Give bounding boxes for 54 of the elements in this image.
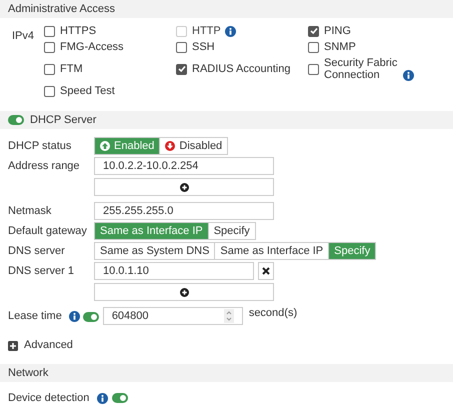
close-icon (262, 267, 270, 275)
input-field[interactable]: 255.255.255.0 (94, 202, 274, 220)
checkbox[interactable] (308, 64, 319, 74)
checkbox-label: Security Fabric Connection (324, 57, 398, 81)
info-icon[interactable] (97, 392, 108, 404)
unit-label: second(s) (248, 307, 298, 320)
checkbox[interactable] (44, 26, 55, 36)
input-field[interactable]: 10.0.2.2-10.0.2.254 (94, 157, 274, 175)
segment-button[interactable]: Specify (328, 243, 376, 259)
field-label: Address range (8, 160, 80, 173)
arrow-up-icon (100, 141, 110, 151)
field-label: Device detection (8, 391, 90, 406)
plus-icon (180, 288, 188, 296)
checkbox-label: SSH (192, 41, 215, 53)
checkbox-label: HTTPS (60, 25, 96, 37)
checkbox-label: PING (324, 25, 351, 37)
checkbox[interactable] (176, 64, 187, 74)
segment-button[interactable]: Enabled (95, 138, 160, 154)
checkbox-label: FTM (60, 63, 83, 75)
advanced-toggle[interactable]: Advanced (8, 339, 73, 352)
toggle-switch[interactable] (8, 115, 24, 125)
section-title: Network (8, 366, 48, 381)
section-title: DHCP Server (30, 112, 96, 128)
spinner-icon[interactable] (224, 309, 234, 323)
checkbox[interactable] (308, 42, 319, 52)
field-label: DNS server 1 (8, 265, 74, 278)
checkbox-label: RADIUS Accounting (192, 63, 290, 75)
field-label: DHCP status (8, 140, 72, 153)
toggle-switch[interactable] (82, 312, 99, 322)
info-icon[interactable] (403, 70, 414, 81)
checkbox[interactable] (308, 26, 319, 36)
checkbox-label: SNMP (324, 41, 356, 53)
checkbox[interactable] (44, 42, 55, 52)
arrow-down-icon (165, 141, 176, 151)
checkbox-label: HTTP (192, 25, 221, 37)
remove-button[interactable] (258, 262, 274, 280)
field-label: Default gateway (8, 225, 87, 238)
field-label: Lease time (8, 310, 62, 323)
input-field[interactable]: 10.0.1.10 (94, 262, 254, 280)
checkbox[interactable] (44, 86, 55, 96)
checkbox[interactable] (44, 64, 55, 74)
segment-button[interactable]: Same as Interface IP (95, 223, 208, 239)
checkbox-label: FMG-Access (60, 41, 124, 53)
field-label: Netmask (8, 205, 52, 218)
field-label: DNS server (8, 245, 65, 258)
toggle-switch[interactable] (112, 393, 128, 404)
checkbox[interactable] (176, 42, 187, 52)
info-icon[interactable] (68, 311, 80, 322)
field-label: IPv4 (12, 29, 36, 44)
number-field[interactable]: 604800 (102, 307, 243, 325)
section-title: Administrative Access (8, 2, 115, 17)
plus-square-icon (8, 340, 18, 350)
checkbox-label: Speed Test (60, 85, 115, 97)
plus-icon (180, 182, 188, 192)
